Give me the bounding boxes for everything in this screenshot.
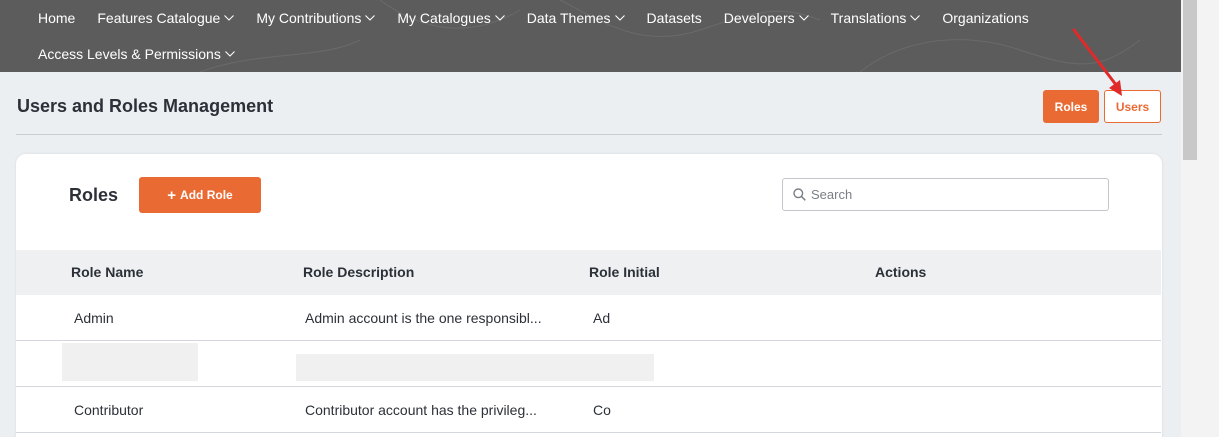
roles-card-title: Roles <box>69 185 119 205</box>
chevron-down-icon <box>365 15 376 21</box>
chevron-down-icon <box>798 15 809 21</box>
chevron-down-icon <box>224 15 235 21</box>
chevron-down-icon <box>224 51 235 57</box>
scrollbar-thumb[interactable] <box>1183 0 1197 160</box>
page-scrollbar[interactable] <box>1181 0 1219 437</box>
chevron-down-icon <box>494 15 505 21</box>
nav-row-secondary: Access Levels & Permissions <box>27 36 246 72</box>
column-header-role-name[interactable]: Role Name <box>71 264 143 280</box>
nav-item-access-levels-permissions[interactable]: Access Levels & Permissions <box>27 46 246 62</box>
row-divider <box>16 386 1161 387</box>
nav-item-features-catalogue[interactable]: Features Catalogue <box>86 10 245 26</box>
nav-row-primary: Home Features Catalogue My Contributions… <box>27 0 1040 36</box>
title-divider <box>16 134 1162 135</box>
row-3-role-description: Contributor account has the privileg... <box>305 402 537 418</box>
page-title: Users and Roles Management <box>17 96 274 116</box>
row-3-role-name: Contributor <box>74 402 144 418</box>
chevron-down-icon <box>614 15 625 21</box>
nav-item-developers[interactable]: Developers <box>713 10 820 26</box>
column-header-role-description[interactable]: Role Description <box>303 264 414 280</box>
nav-item-data-themes[interactable]: Data Themes <box>516 10 636 26</box>
annotation-arrow-icon <box>1072 28 1122 96</box>
row-3-role-initial: Co <box>593 402 611 418</box>
row-divider <box>16 432 1161 433</box>
column-header-role-initial[interactable]: Role Initial <box>589 264 660 280</box>
nav-item-my-contributions[interactable]: My Contributions <box>245 10 386 26</box>
nav-item-my-catalogues[interactable]: My Catalogues <box>386 10 515 26</box>
row-divider <box>16 340 1161 341</box>
search-input[interactable] <box>811 180 1101 209</box>
add-role-button[interactable]: + Add Role <box>139 177 261 213</box>
add-role-label: Add Role <box>180 188 233 202</box>
row-1-role-name: Admin <box>74 310 114 326</box>
nav-item-translations[interactable]: Translations <box>820 10 932 26</box>
redacted-role-name <box>62 343 198 381</box>
nav-item-organizations[interactable]: Organizations <box>931 10 1039 26</box>
search-box[interactable] <box>782 178 1109 211</box>
row-1-role-initial: Ad <box>593 310 611 326</box>
chevron-down-icon <box>910 15 921 21</box>
column-header-actions: Actions <box>875 264 927 280</box>
nav-item-datasets[interactable]: Datasets <box>636 10 713 26</box>
top-navigation-bar: Home Features Catalogue My Contributions… <box>0 0 1181 72</box>
redacted-role-description <box>296 354 654 381</box>
plus-icon: + <box>167 186 177 204</box>
nav-item-home[interactable]: Home <box>27 10 86 26</box>
search-icon <box>793 188 806 206</box>
row-1-role-description: Admin account is the one responsibl... <box>305 310 542 326</box>
